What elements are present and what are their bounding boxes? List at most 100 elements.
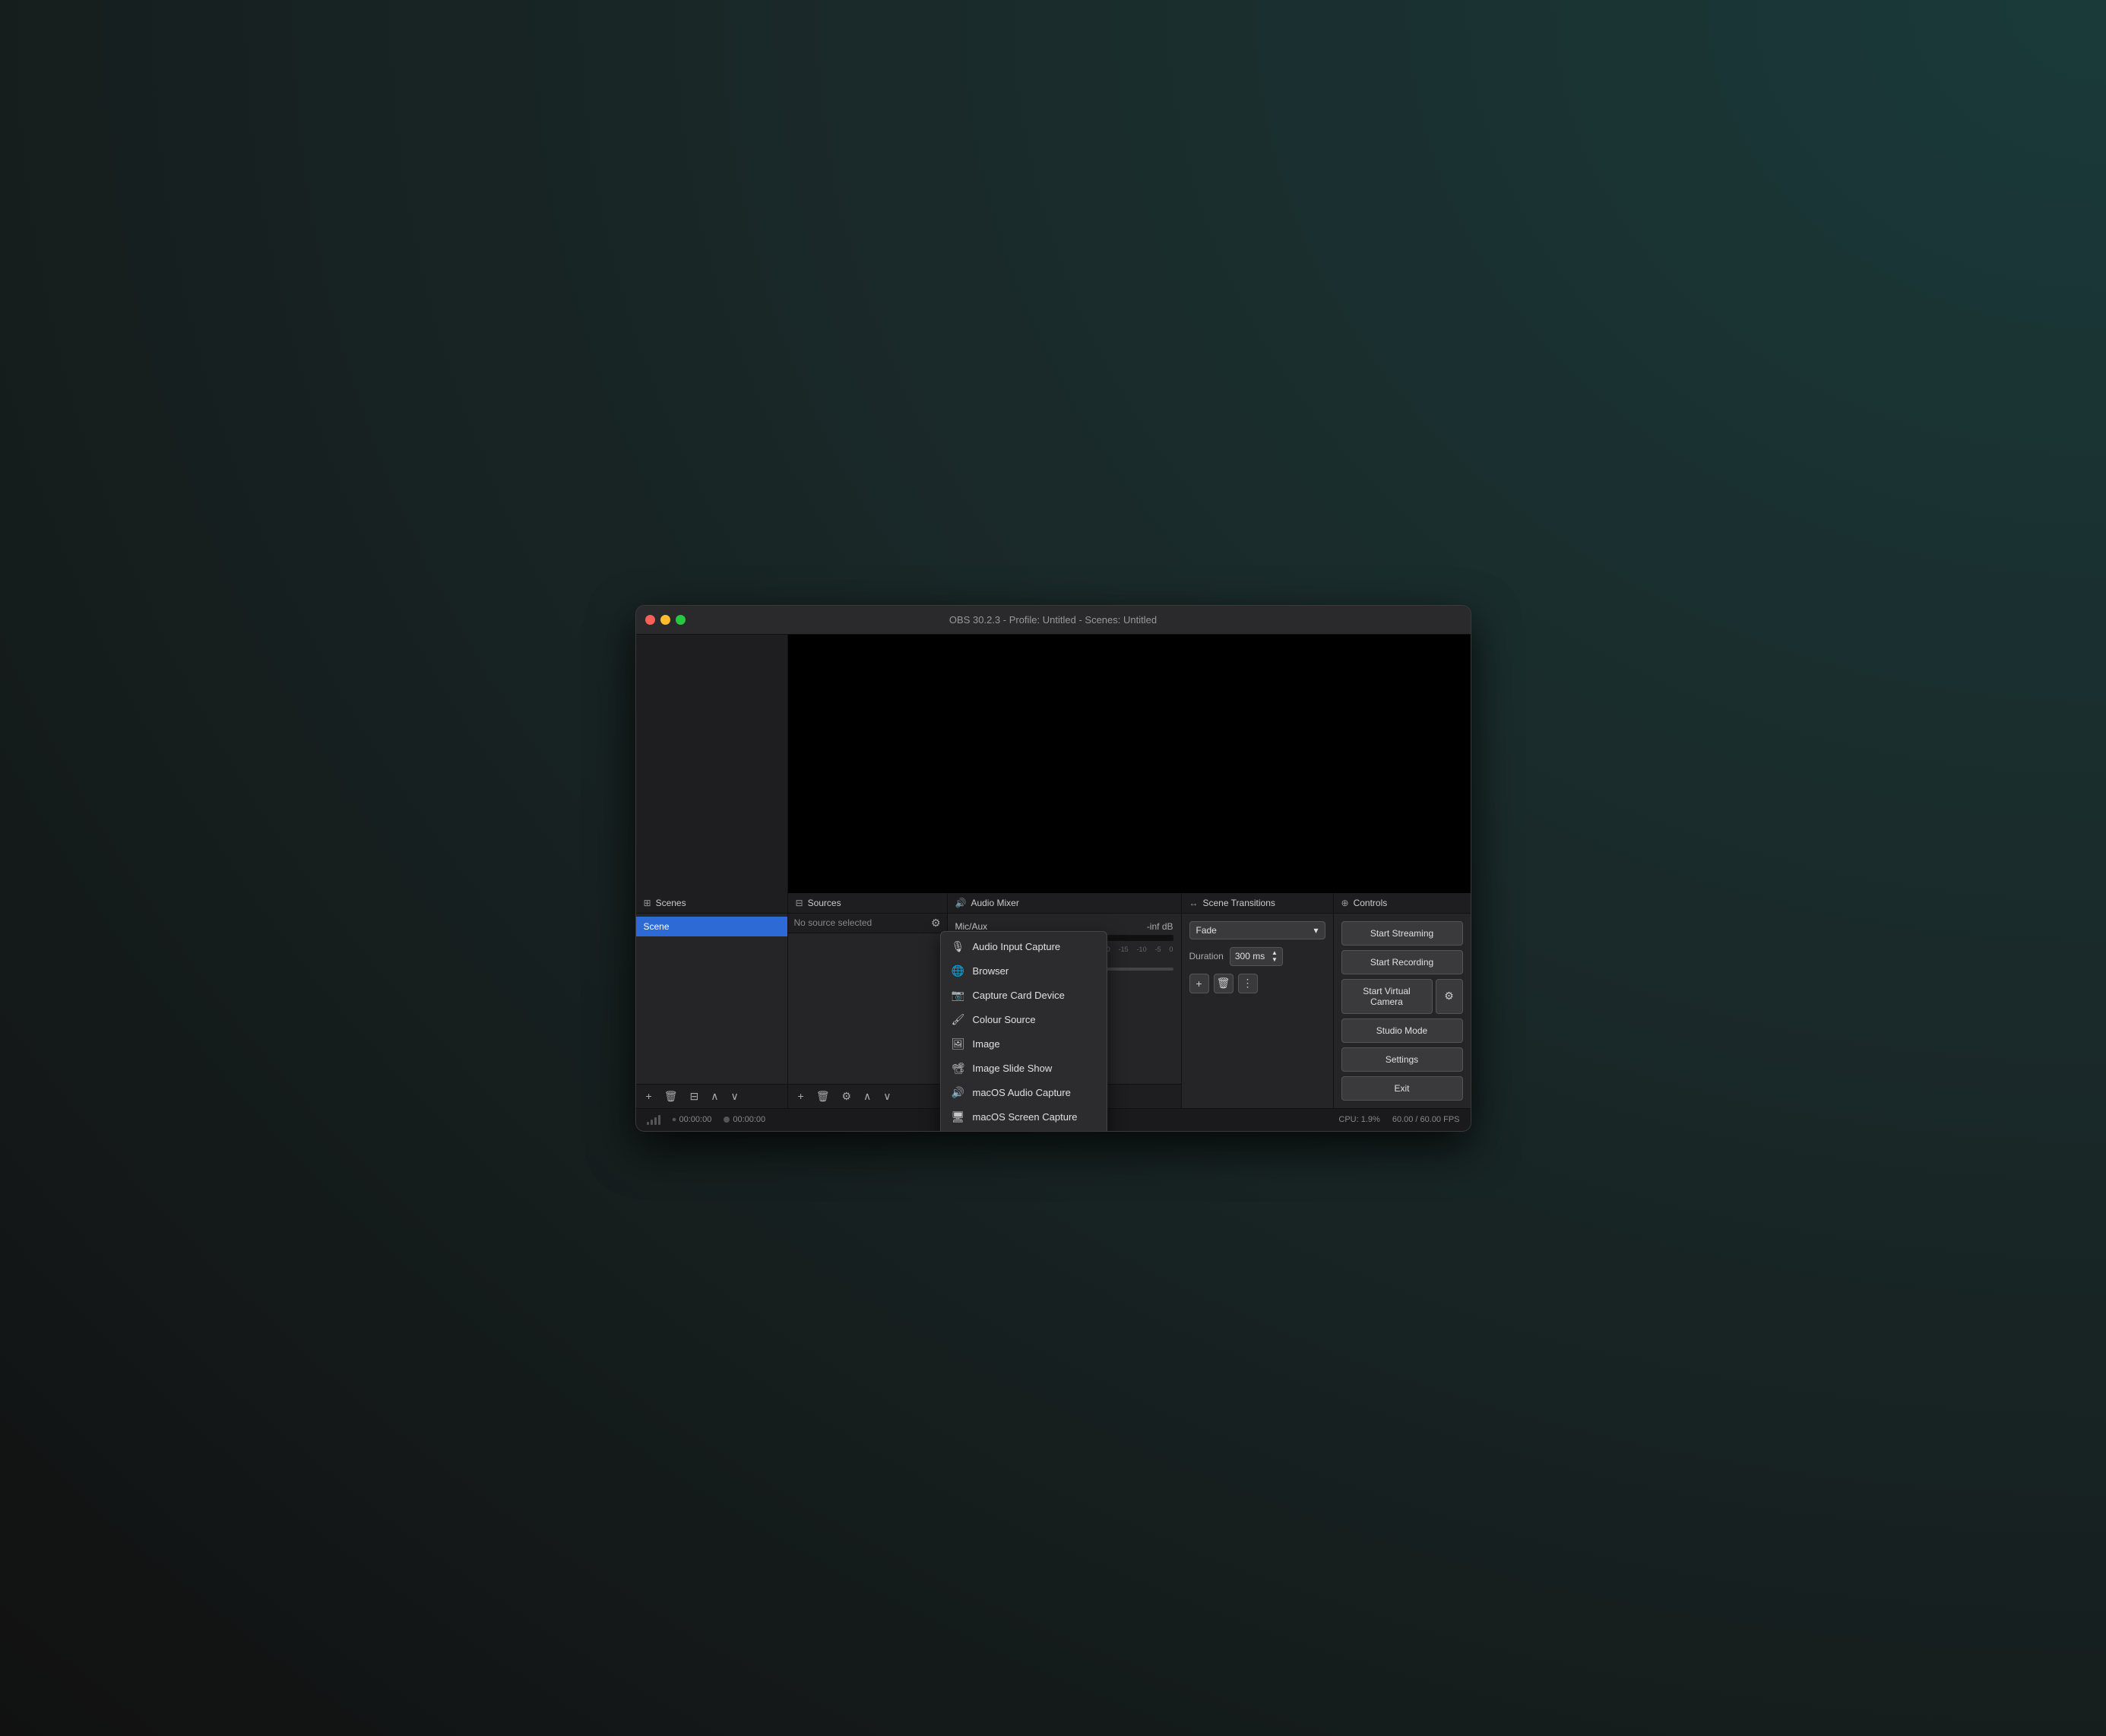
- menu-item-macos-screen[interactable]: 🖥 macOS Screen Capture: [941, 1105, 1107, 1129]
- colour-source-icon: 🖌: [952, 1013, 965, 1027]
- sources-panel-title: Sources: [808, 898, 841, 908]
- remove-scene-button[interactable]: 🗑: [660, 1088, 682, 1105]
- traffic-lights: [645, 615, 686, 625]
- menu-label-macos-audio: macOS Audio Capture: [973, 1087, 1096, 1098]
- stepper-down-icon[interactable]: ▼: [1272, 957, 1278, 963]
- left-sidebar-preview: [636, 635, 788, 893]
- start-virtual-camera-button[interactable]: Start Virtual Camera: [1341, 979, 1433, 1014]
- scenes-toolbar: + 🗑 ⊟ ∧ ∨: [636, 1084, 787, 1108]
- audio-mixer-icon: 🔊: [955, 898, 967, 908]
- transition-duration-row: Duration 300 ms ▲ ▼: [1189, 947, 1325, 966]
- source-down-button[interactable]: ∨: [879, 1088, 895, 1105]
- preview-canvas: [788, 635, 1471, 893]
- fps-display: 60.00 / 60.00 FPS: [1392, 1115, 1460, 1124]
- menu-item-media-source[interactable]: ▶ Media Source: [941, 1129, 1107, 1132]
- rec-dot: [724, 1117, 730, 1123]
- controls-icon: ⊕: [1341, 898, 1349, 908]
- exit-button[interactable]: Exit: [1341, 1076, 1463, 1101]
- source-settings-button[interactable]: ⚙: [838, 1088, 855, 1105]
- start-recording-button[interactable]: Start Recording: [1341, 950, 1463, 974]
- sources-top-bar: No source selected ⚙: [788, 914, 947, 933]
- stream-time: 00:00:00: [679, 1115, 712, 1124]
- menu-label-image-slideshow: Image Slide Show: [973, 1063, 1096, 1074]
- transitions-content: Fade ▾ Duration 300 ms ▲ ▼ + 🗑: [1182, 914, 1333, 1001]
- menu-label-audio-input: Audio Input Capture: [973, 941, 1096, 952]
- menu-label-capture-card: Capture Card Device: [973, 990, 1096, 1001]
- menu-item-image-slideshow[interactable]: 📽 Image Slide Show: [941, 1056, 1107, 1081]
- controls-content: Start Streaming Start Recording Start Vi…: [1334, 914, 1471, 1108]
- controls-title: Controls: [1354, 898, 1388, 908]
- scene-transitions-panel: ↔ Scene Transitions Fade ▾ Duration 300 …: [1182, 893, 1334, 1108]
- virtual-camera-settings-button[interactable]: ⚙: [1436, 979, 1463, 1014]
- virtual-camera-row: Start Virtual Camera ⚙: [1341, 979, 1463, 1014]
- menu-item-colour-source[interactable]: 🖌 Colour Source: [941, 1008, 1107, 1032]
- chevron-down-icon: ▾: [1313, 925, 1318, 936]
- audio-input-icon: 🎙: [952, 940, 965, 954]
- sources-panel: ⊟ Sources No source selected ⚙ + 🗑 ⚙ ∧ ∨: [788, 893, 948, 1108]
- scene-list: Scene: [636, 914, 787, 1084]
- stream-time-item: ⏺ 00:00:00: [673, 1115, 712, 1124]
- transitions-icon: ↔: [1189, 898, 1199, 908]
- transition-type-select[interactable]: Fade ▾: [1189, 921, 1325, 939]
- duration-label: Duration: [1189, 951, 1224, 961]
- add-source-button[interactable]: +: [794, 1088, 808, 1104]
- sources-gear-button[interactable]: ⚙: [931, 917, 941, 930]
- scene-item[interactable]: Scene: [636, 917, 787, 936]
- preview-area: [636, 635, 1471, 893]
- capture-card-icon: 📷: [952, 989, 965, 1003]
- minimize-button[interactable]: [660, 615, 670, 625]
- scene-up-button[interactable]: ∧: [707, 1088, 722, 1105]
- audio-mixer-header: 🔊 Audio Mixer: [948, 893, 1181, 914]
- filter-scene-button[interactable]: ⊟: [686, 1088, 702, 1105]
- menu-item-macos-audio[interactable]: 🔊 macOS Audio Capture: [941, 1081, 1107, 1105]
- scene-down-button[interactable]: ∨: [727, 1088, 742, 1105]
- scenes-panel: ⊞ Scenes Scene + 🗑 ⊟ ∧ ∨: [636, 893, 788, 1108]
- studio-mode-button[interactable]: Studio Mode: [1341, 1018, 1463, 1043]
- remove-transition-button[interactable]: 🗑: [1214, 974, 1234, 993]
- menu-label-colour-source: Colour Source: [973, 1014, 1096, 1025]
- menu-item-image[interactable]: 🖼 Image: [941, 1032, 1107, 1056]
- scenes-panel-title: Scenes: [656, 898, 686, 908]
- mixer-channel-header: Mic/Aux -inf dB: [955, 921, 1173, 932]
- transitions-title: Scene Transitions: [1203, 898, 1275, 908]
- image-icon: 🖼: [952, 1037, 965, 1051]
- add-scene-button[interactable]: +: [642, 1088, 656, 1104]
- titlebar: OBS 30.2.3 - Profile: Untitled - Scenes:…: [636, 606, 1471, 635]
- remove-source-button[interactable]: 🗑: [812, 1088, 834, 1105]
- add-source-context-menu: 🎙 Audio Input Capture 🌐 Browser 📷 Captur…: [940, 931, 1107, 1132]
- fullscreen-button[interactable]: [676, 615, 686, 625]
- network-indicator: [647, 1114, 660, 1125]
- controls-header: ⊕ Controls: [1334, 893, 1471, 914]
- close-button[interactable]: [645, 615, 655, 625]
- stepper-up-icon[interactable]: ▲: [1272, 950, 1278, 956]
- obs-window: OBS 30.2.3 - Profile: Untitled - Scenes:…: [635, 605, 1471, 1132]
- rec-time: 00:00:00: [733, 1115, 765, 1124]
- settings-button[interactable]: Settings: [1341, 1047, 1463, 1072]
- menu-item-browser[interactable]: 🌐 Browser: [941, 959, 1107, 984]
- stream-record-icon: ⏺: [673, 1116, 676, 1124]
- menu-item-capture-card[interactable]: 📷 Capture Card Device: [941, 984, 1107, 1008]
- more-transitions-button[interactable]: ⋮: [1238, 974, 1258, 993]
- mixer-channel-name: Mic/Aux: [955, 921, 988, 932]
- scenes-panel-icon: ⊞: [644, 898, 651, 908]
- source-up-button[interactable]: ∧: [860, 1088, 875, 1105]
- bottom-panels: ⊞ Scenes Scene + 🗑 ⊟ ∧ ∨ ⊟ Sources: [636, 893, 1471, 1108]
- macos-audio-icon: 🔊: [952, 1086, 965, 1100]
- mixer-db-value: -inf dB: [1147, 921, 1173, 932]
- menu-label-macos-screen: macOS Screen Capture: [973, 1111, 1096, 1123]
- sources-panel-icon: ⊟: [796, 898, 803, 908]
- transitions-toolbar: + 🗑 ⋮: [1189, 974, 1325, 993]
- duration-input[interactable]: 300 ms ▲ ▼: [1230, 947, 1283, 966]
- browser-icon: 🌐: [952, 965, 965, 978]
- start-streaming-button[interactable]: Start Streaming: [1341, 921, 1463, 946]
- sources-panel-wrapper: ⊟ Sources No source selected ⚙ + 🗑 ⚙ ∧ ∨: [788, 893, 948, 1108]
- sources-panel-header: ⊟ Sources: [788, 893, 947, 914]
- cpu-usage: CPU: 1.9%: [1338, 1115, 1379, 1124]
- image-slideshow-icon: 📽: [952, 1062, 965, 1075]
- scenes-panel-header: ⊞ Scenes: [636, 893, 787, 914]
- audio-mixer-title: Audio Mixer: [971, 898, 1018, 908]
- add-transition-button[interactable]: +: [1189, 974, 1209, 993]
- menu-label-browser: Browser: [973, 965, 1096, 977]
- menu-item-audio-input[interactable]: 🎙 Audio Input Capture: [941, 935, 1107, 959]
- transitions-header: ↔ Scene Transitions: [1182, 893, 1333, 914]
